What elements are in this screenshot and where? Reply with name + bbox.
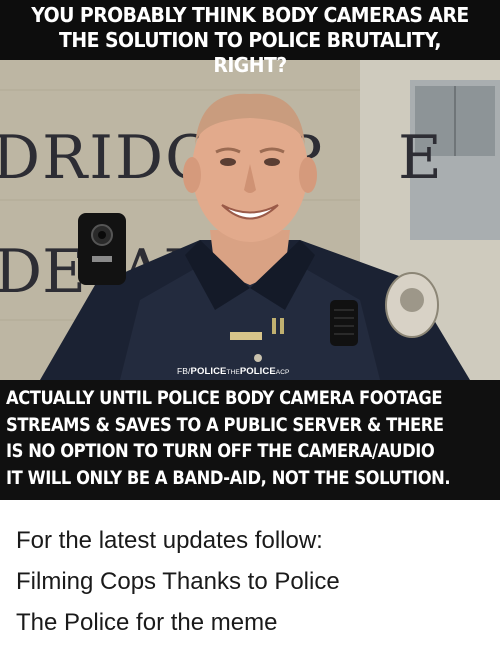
sign-text-line1-end: E bbox=[398, 123, 442, 193]
footer-line: For the latest updates follow: bbox=[16, 527, 323, 554]
bottom-caption-line: STREAMS & SAVES TO A PUBLIC SERVER & THE… bbox=[6, 413, 444, 436]
credit-suffix: ACP bbox=[275, 369, 290, 376]
credit-prefix: FB/ bbox=[177, 366, 191, 376]
footer-text: For the latest updates follow: Filming C… bbox=[16, 520, 496, 643]
bottom-caption: ACTUALLY UNTIL POLICE BODY CAMERA FOOTAG… bbox=[6, 385, 451, 491]
officer-photo: DRIDGE P E DE ART bbox=[0, 60, 500, 380]
bottom-caption-line: IT WILL ONLY BE A BAND-AID, NOT THE SOLU… bbox=[6, 466, 451, 489]
top-caption-line: THE SOLUTION TO POLICE BRUTALITY, RIGHT? bbox=[59, 28, 441, 77]
facebook-credit: FB/POLICETHEPOLICEACP bbox=[177, 366, 289, 378]
meme-image: DRIDGE P E DE ART bbox=[0, 0, 500, 500]
credit-main-2: POLICE bbox=[239, 366, 276, 377]
credit-small: THE bbox=[226, 369, 240, 376]
bottom-caption-line: ACTUALLY UNTIL POLICE BODY CAMERA FOOTAG… bbox=[6, 387, 443, 409]
bottom-caption-line: IS NO OPTION TO TURN OFF THE CAMERA/AUDI… bbox=[6, 440, 435, 462]
top-caption-line: YOU PROBABLY THINK BODY CAMERAS ARE bbox=[31, 3, 469, 27]
top-caption: YOU PROBABLY THINK BODY CAMERAS ARE THE … bbox=[20, 3, 480, 78]
credit-main-1: POLICE bbox=[190, 366, 227, 377]
footer-line: The Police for the meme bbox=[16, 609, 278, 636]
sign-text-line2-start: DE bbox=[0, 237, 86, 307]
footer-line: Filming Cops Thanks to Police bbox=[16, 568, 340, 595]
